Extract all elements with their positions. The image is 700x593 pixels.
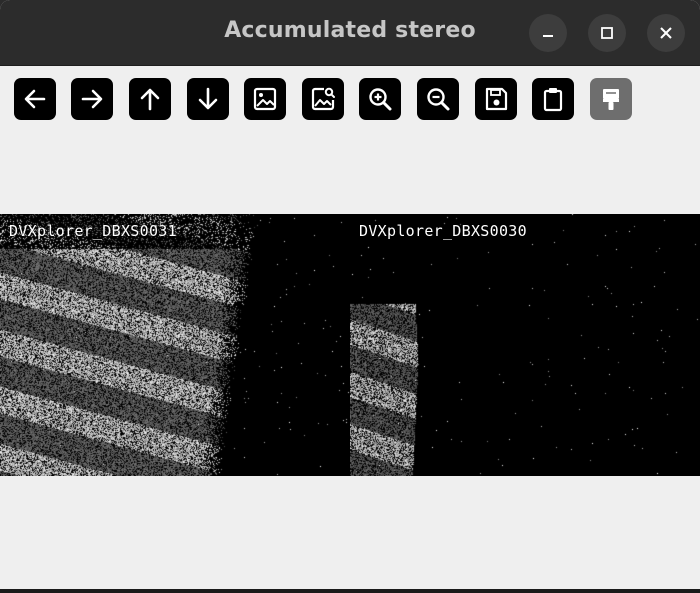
left-camera-view[interactable]: DVXplorer_DBXS0031 xyxy=(0,214,350,476)
up-button[interactable] xyxy=(129,78,171,120)
right-camera-view[interactable]: DVXplorer_DBXS0030 xyxy=(350,214,700,476)
image-search-button[interactable] xyxy=(302,78,344,120)
arrow-left-icon xyxy=(24,89,46,109)
image-search-icon xyxy=(311,87,335,111)
window-bottom-edge xyxy=(0,589,700,593)
paint-brush-icon xyxy=(603,89,619,110)
close-button[interactable] xyxy=(647,14,685,52)
left-event-frame xyxy=(0,214,350,476)
minimize-icon xyxy=(543,35,553,37)
clipboard-button[interactable] xyxy=(532,78,574,120)
zoom-in-button[interactable] xyxy=(359,78,401,120)
save-button[interactable] xyxy=(475,78,517,120)
stereo-viewer[interactable]: DVXplorer_DBXS0031 DVXplorer_DBXS0030 xyxy=(0,214,700,476)
down-button[interactable] xyxy=(187,78,229,120)
close-icon xyxy=(660,27,672,39)
arrow-down-icon xyxy=(198,87,218,110)
left-camera-label: DVXplorer_DBXS0031 xyxy=(9,222,177,240)
arrow-up-icon xyxy=(140,88,160,111)
minimize-button[interactable] xyxy=(529,14,567,52)
right-event-frame xyxy=(350,214,700,476)
clipboard-icon xyxy=(543,88,563,112)
maximize-button[interactable] xyxy=(588,14,626,52)
toolbar xyxy=(0,66,700,134)
zoom-out-icon xyxy=(427,88,450,111)
next-button[interactable] xyxy=(71,78,113,120)
zoom-out-button[interactable] xyxy=(417,78,459,120)
previous-button[interactable] xyxy=(14,78,56,120)
paint-brush-button[interactable] xyxy=(590,78,632,120)
save-icon xyxy=(485,87,508,111)
image-icon xyxy=(253,87,277,111)
zoom-in-icon xyxy=(369,88,392,111)
maximize-icon xyxy=(601,27,613,39)
title-bar[interactable]: Accumulated stereo xyxy=(0,0,700,66)
app-window: Accumulated stereo DVXplorer_DBXS0031 DV… xyxy=(0,0,700,593)
image-button[interactable] xyxy=(244,78,286,120)
arrow-right-icon xyxy=(81,89,103,109)
right-camera-label: DVXplorer_DBXS0030 xyxy=(359,222,527,240)
